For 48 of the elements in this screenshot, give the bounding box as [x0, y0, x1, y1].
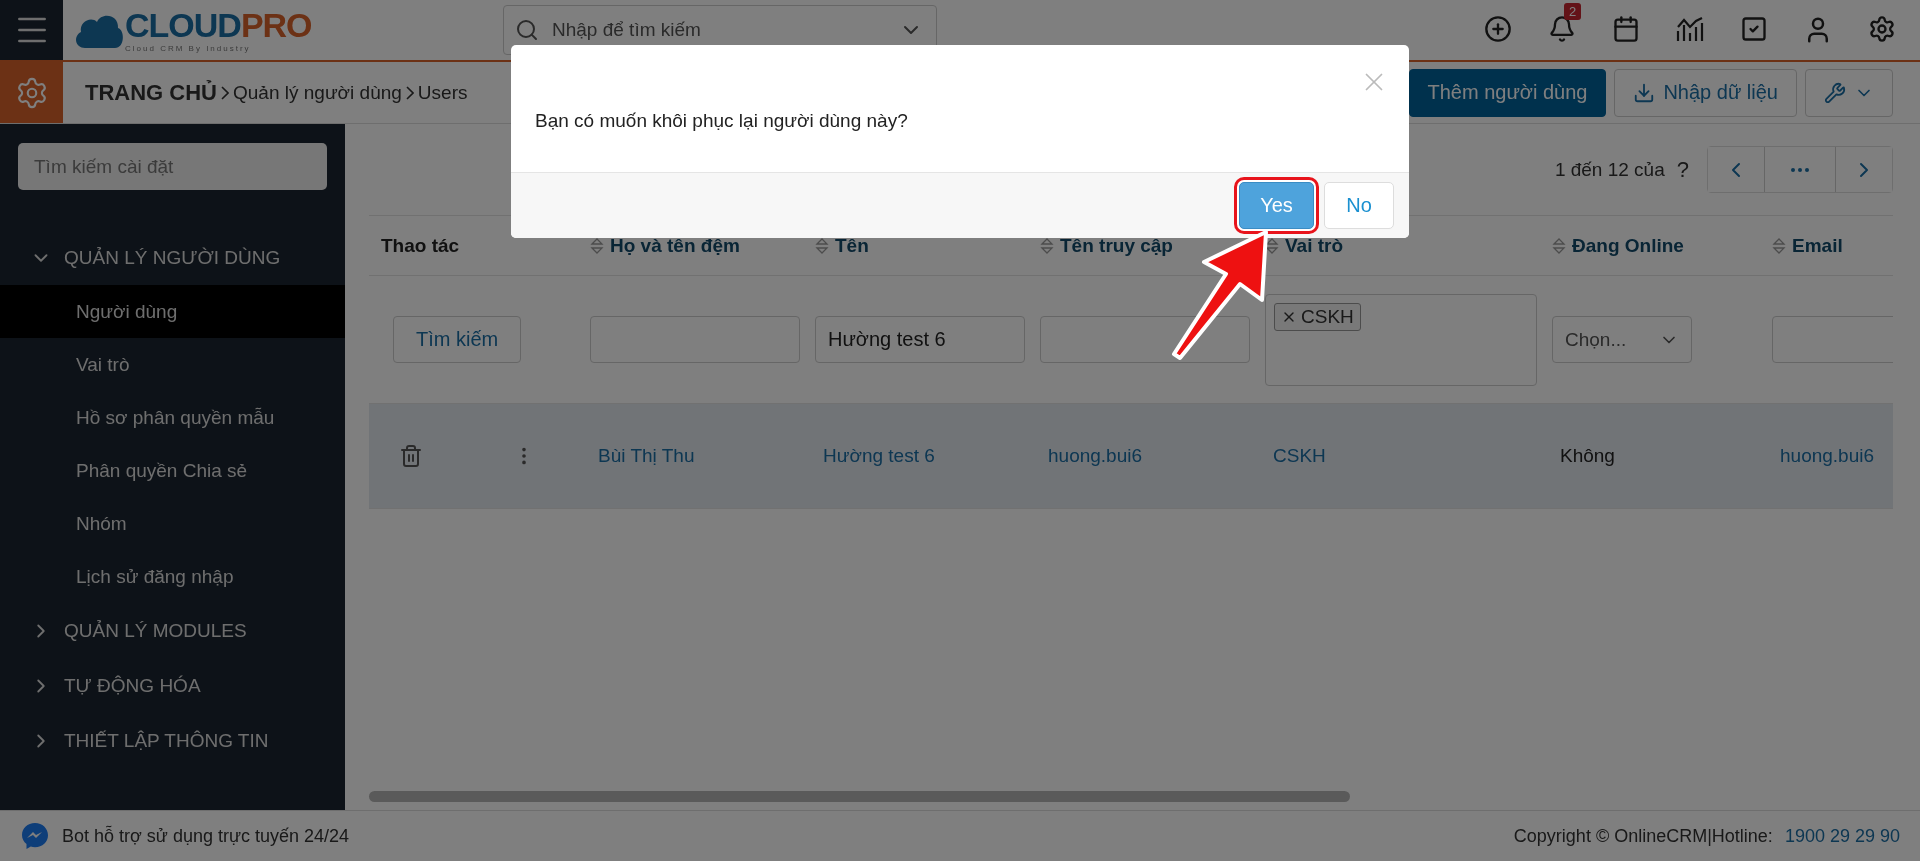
role-tag[interactable]: CSKH	[1274, 302, 1361, 331]
sidebar-group[interactable]: TỰ ĐỘNG HÓA	[0, 658, 345, 713]
table-link[interactable]: huong.bui6	[1040, 445, 1143, 466]
sidebar-item[interactable]: Phân quyền Chia sẻ	[0, 444, 345, 497]
pager-summary: 1 đến 12 của	[1554, 158, 1665, 181]
dialog-button[interactable]: No	[1324, 182, 1394, 229]
sidebar-item[interactable]: Vai trò	[0, 338, 345, 391]
sidebar-item[interactable]: Nhóm	[0, 497, 345, 550]
pager-total[interactable]: ?	[1676, 156, 1689, 183]
group-label: THIẾT LẬP THÔNG TIN	[64, 729, 269, 752]
sidebar-item[interactable]: Hồ sơ phân quyền mẫu	[0, 391, 345, 444]
support-text[interactable]: Bot hỗ trợ sử dụng trực tuyến 24/24	[62, 825, 350, 847]
sidebar-group[interactable]: THIẾT LẬP THÔNG TIN	[0, 713, 345, 768]
copyright-text: Copyright © OnlineCRM|Hotline:	[1513, 825, 1773, 847]
online-select[interactable]: Chọn...	[1552, 316, 1692, 363]
sidebar-item[interactable]: Lịch sử đăng nhập	[0, 550, 345, 603]
column-header[interactable]: Vai trò	[1285, 234, 1344, 257]
filter-input[interactable]: Hường test 6	[815, 316, 1025, 363]
group-label: QUẢN LÝ NGƯỜI DÙNG	[64, 246, 281, 269]
table-link[interactable]: Hường test 6	[815, 445, 935, 466]
column-header[interactable]: Họ và tên đệm	[610, 234, 740, 257]
table-row[interactable]: Bùi Thị Thu Hường test 6 huong.bui6 CSKH Không huong.bui6	[369, 404, 1893, 509]
add-user-button[interactable]: Thêm người dùng	[1408, 68, 1607, 117]
import-button[interactable]: Nhập dữ liệu	[1614, 68, 1797, 117]
sidebar-group[interactable]: QUẢN LÝ MODULES	[0, 603, 345, 658]
sidebar-item[interactable]: Người dùng	[0, 285, 345, 338]
notification-badge: 2	[1564, 3, 1582, 20]
column-header[interactable]: Đang Online	[1572, 234, 1684, 257]
breadcrumb-link[interactable]: Quản lý người dùng	[233, 81, 402, 104]
settings-search-field[interactable]: Tìm kiếm cài đặt	[18, 143, 327, 190]
sidebar-group[interactable]: QUẢN LÝ NGƯỜI DÙNG	[0, 230, 345, 285]
search-button[interactable]: Tìm kiếm	[393, 316, 522, 363]
dialog-message: Bạn có muốn khôi phục lại người dùng này?	[535, 109, 908, 132]
logo-wordmark: CLOUDPRO	[125, 7, 312, 42]
table-cell-text: Không	[1559, 445, 1615, 466]
column-header[interactable]: Tên	[835, 234, 869, 257]
column-header[interactable]: Email	[1792, 234, 1843, 257]
column-header[interactable]: Tên truy cập	[1060, 234, 1173, 257]
table-link[interactable]: huong.bui6	[1772, 445, 1875, 466]
breadcrumb-link[interactable]: Users	[417, 81, 468, 104]
role-multiselect[interactable]: CSKH	[1265, 293, 1537, 386]
group-label: QUẢN LÝ MODULES	[64, 619, 247, 642]
breadcrumb-link[interactable]: TRANG CHỦ	[85, 79, 217, 106]
table-link[interactable]: Bùi Thị Thu	[590, 445, 695, 466]
hotline-link[interactable]: 1900 29 29 90	[1784, 825, 1900, 847]
group-label: TỰ ĐỘNG HÓA	[64, 674, 201, 697]
table-link[interactable]: CSKH	[1265, 445, 1326, 466]
column-header: Thao tác	[381, 234, 460, 257]
